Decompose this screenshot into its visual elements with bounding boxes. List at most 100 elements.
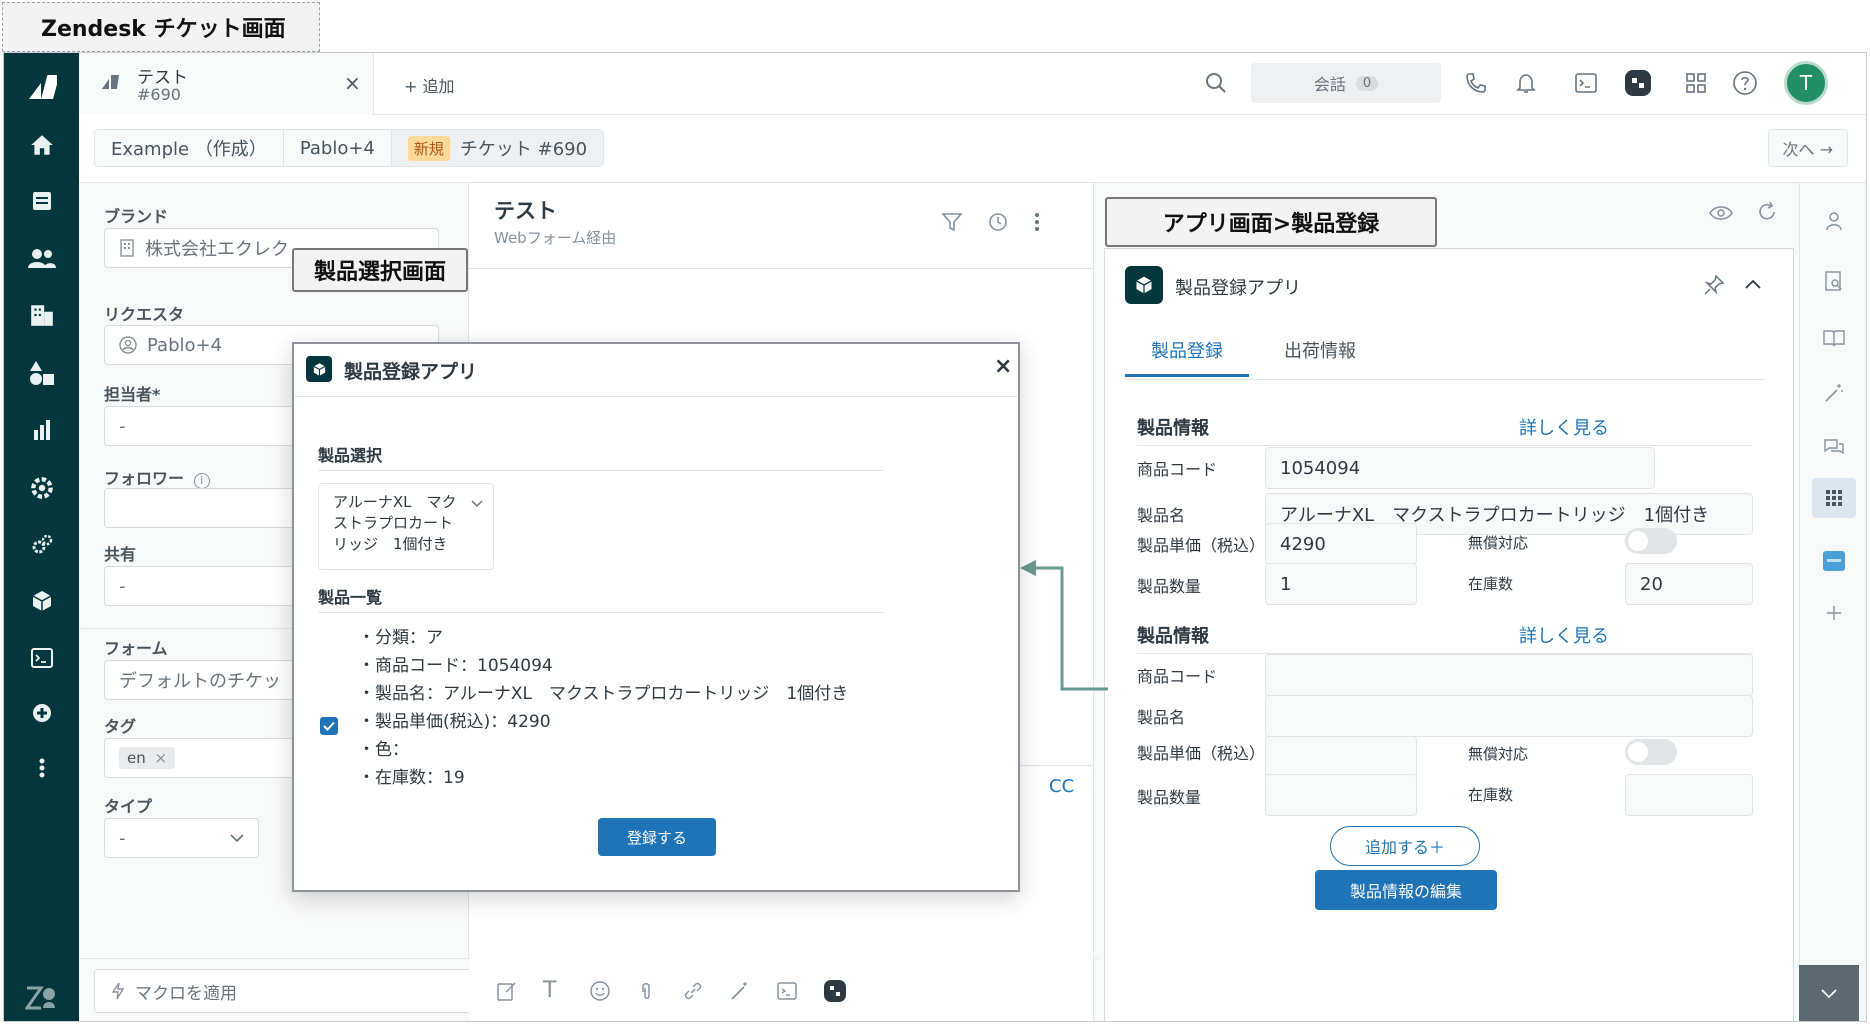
organizations-icon[interactable] — [4, 295, 79, 335]
right-context-sidebar — [1799, 183, 1866, 1021]
compose-icon[interactable] — [496, 980, 518, 1002]
conversation-divider — [469, 268, 1094, 269]
help-icon[interactable] — [1732, 70, 1758, 96]
section2-code-input[interactable] — [1265, 654, 1753, 696]
product-select-dropdown[interactable]: アルーナXL マクストラプロカートリッジ 1個付き — [318, 483, 494, 570]
home-icon[interactable] — [4, 125, 79, 165]
conversations-button[interactable]: 会話 0 — [1251, 63, 1441, 103]
zendesk-window: テスト #690 × + 追加 会話 0 T Example （作成） Pabl… — [3, 52, 1867, 1022]
apps-cube-icon[interactable] — [4, 581, 79, 621]
tab-shipping-info[interactable]: 出荷情報 — [1265, 337, 1375, 377]
section2-free-toggle[interactable] — [1625, 739, 1677, 765]
section2-price-label: 製品単価（税込） — [1137, 744, 1266, 763]
section1-free-toggle[interactable] — [1625, 528, 1677, 554]
pin-icon[interactable] — [1703, 274, 1725, 296]
conversations-count: 0 — [1355, 75, 1379, 91]
modal-header-divider — [294, 396, 1018, 397]
settings-gear-icon[interactable] — [4, 468, 79, 508]
emoji-icon[interactable] — [589, 980, 611, 1002]
section1-price-label: 製品単価（税込） — [1137, 536, 1266, 555]
section1-price-input[interactable]: 4290 — [1265, 523, 1417, 565]
lightning-icon — [111, 982, 125, 1000]
register-button[interactable]: 登録する — [598, 818, 716, 856]
eye-icon[interactable] — [1709, 205, 1733, 221]
product-grid-icon[interactable] — [1684, 71, 1708, 95]
ticket-tab[interactable]: テスト #690 × — [79, 53, 374, 115]
text-format-icon[interactable]: T — [543, 978, 556, 1003]
notifications-bell-icon[interactable] — [1514, 71, 1538, 95]
followers-label-text: フォロワー — [104, 469, 185, 488]
section2-more-link[interactable]: 詳しく見る — [1519, 622, 1609, 648]
section2-stock-input[interactable] — [1625, 774, 1753, 816]
section2-qty-input[interactable] — [1265, 774, 1417, 816]
integration-app-icon[interactable] — [1812, 541, 1856, 581]
modal-annotation-label: 製品選択画面 — [292, 248, 468, 292]
section2-price-input[interactable] — [1265, 736, 1417, 778]
breadcrumb-ticket[interactable]: 新規 チケット #690 — [391, 130, 604, 166]
status-badge: 新規 — [407, 135, 450, 161]
product-checkbox[interactable] — [320, 717, 338, 735]
remove-tag-icon[interactable]: × — [155, 749, 168, 767]
info-icon[interactable]: i — [193, 473, 210, 489]
apps-grid-icon[interactable] — [1812, 478, 1856, 518]
app-tool-icon[interactable] — [823, 979, 847, 1003]
terminal-small-icon[interactable] — [776, 980, 798, 1002]
section1-more-link[interactable]: 詳しく見る — [1519, 414, 1609, 440]
intelligence-wand-icon[interactable] — [1812, 373, 1856, 413]
type-label: タイプ — [104, 797, 153, 816]
chevron-down-icon — [230, 834, 244, 842]
filter-icon[interactable] — [941, 211, 963, 233]
customers-icon[interactable] — [4, 238, 79, 278]
section1-stock-input[interactable]: 20 — [1625, 563, 1753, 605]
console-icon[interactable] — [1574, 71, 1598, 95]
conversation-more-icon[interactable] — [1034, 211, 1040, 233]
terminal-icon[interactable] — [4, 638, 79, 678]
user-avatar[interactable]: T — [1784, 61, 1828, 105]
zendesk-logo-icon[interactable] — [4, 67, 79, 107]
add-product-button[interactable]: 追加する＋ — [1330, 826, 1480, 866]
section2-title: 製品情報 — [1137, 626, 1209, 647]
history-icon[interactable] — [987, 211, 1009, 233]
edit-product-info-button[interactable]: 製品情報の編集 — [1315, 870, 1497, 910]
product-select-label: 製品選択 — [318, 446, 383, 465]
breadcrumb-requester[interactable]: Pablo+4 — [284, 130, 392, 166]
close-tab-icon[interactable]: × — [344, 71, 361, 95]
magic-wand-icon[interactable] — [729, 980, 751, 1002]
section1-qty-input[interactable]: 1 — [1265, 563, 1417, 605]
knowledge-search-icon[interactable] — [1812, 261, 1856, 301]
integration-icon[interactable] — [4, 693, 79, 733]
cc-link[interactable]: CC — [1049, 776, 1074, 797]
attachment-icon[interactable] — [636, 980, 658, 1002]
breadcrumb-org[interactable]: Example （作成） — [95, 130, 284, 166]
refresh-icon[interactable] — [1756, 201, 1778, 223]
next-ticket-button[interactable]: 次へ → — [1767, 129, 1848, 167]
type-select[interactable]: - — [104, 818, 259, 858]
collapse-chevron-icon[interactable] — [1745, 279, 1761, 289]
tag-chip[interactable]: en × — [119, 747, 176, 769]
section1-code-input[interactable]: 1054094 — [1265, 447, 1655, 489]
submit-chevron-icon — [1821, 989, 1837, 999]
submit-dropdown-button[interactable] — [1799, 965, 1859, 1021]
chat-bubbles-icon[interactable] — [1812, 428, 1856, 468]
section1-free-label: 無償対応 — [1468, 534, 1529, 552]
search-icon[interactable] — [1204, 71, 1228, 95]
section2-qty-label: 製品数量 — [1137, 788, 1202, 807]
link-icon[interactable] — [682, 980, 704, 1002]
more-vertical-icon[interactable] — [4, 748, 79, 788]
customer-context-icon[interactable] — [1812, 201, 1856, 241]
section2-name-input[interactable] — [1265, 695, 1753, 737]
tab-product-registration[interactable]: 製品登録 — [1125, 337, 1249, 377]
select-divider — [318, 470, 884, 471]
views-icon[interactable] — [4, 181, 79, 221]
add-tab-button[interactable]: + 追加 — [404, 73, 455, 97]
admin-gears-icon[interactable] — [4, 525, 79, 565]
section2-free-label: 無償対応 — [1468, 745, 1529, 763]
add-app-plus-icon[interactable] — [1812, 593, 1856, 633]
objects-icon[interactable] — [4, 353, 79, 393]
phone-icon[interactable] — [1464, 71, 1488, 95]
app-logo-icon[interactable] — [1624, 69, 1652, 97]
reporting-icon[interactable] — [4, 410, 79, 450]
book-icon[interactable] — [1812, 318, 1856, 358]
ticket-tab-icon — [101, 73, 121, 91]
modal-close-icon[interactable]: × — [994, 354, 1012, 379]
